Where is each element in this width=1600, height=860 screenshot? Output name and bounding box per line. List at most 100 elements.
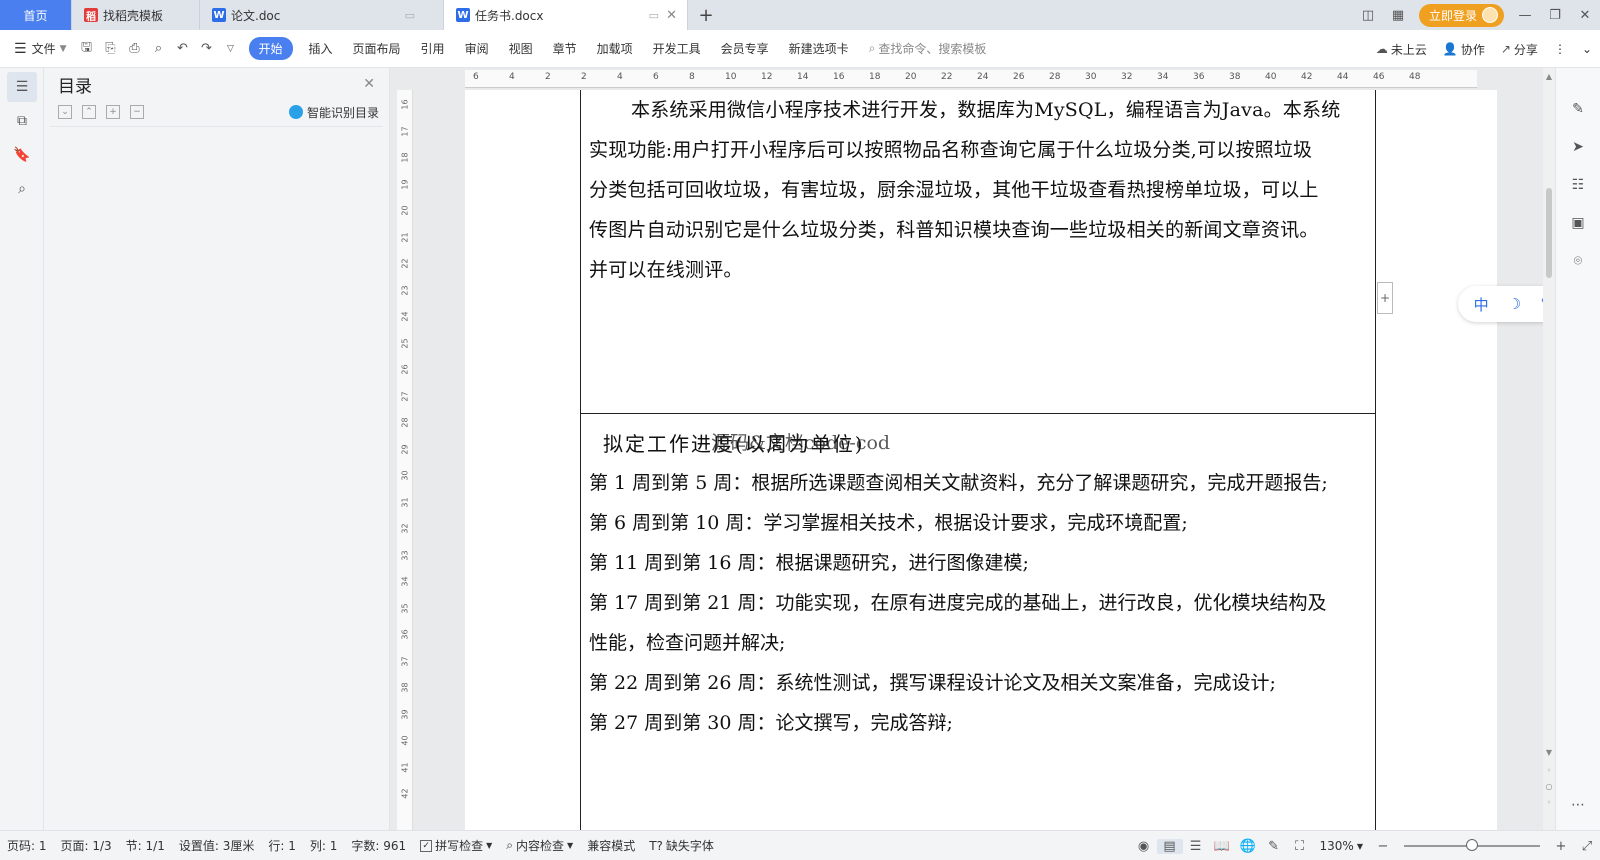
menu-addins[interactable]: 加载项 — [587, 40, 643, 57]
vertical-ruler[interactable]: 16 17 18 19 20 21 22 23 24 25 26 27 28 29 30 31 32 33 34 35… — [397, 90, 413, 830]
print-preview-icon[interactable]: ⌕ — [147, 41, 171, 56]
menu-new-tab[interactable]: 新建选项卡 — [779, 40, 859, 57]
table-cell-schedule[interactable]: 拟定工作进度(以周为单位) 源码&文档code-cod 第 1 周到第 5 周：… — [580, 414, 1376, 830]
status-col[interactable]: 列: 1 — [303, 837, 345, 854]
bookmark-icon[interactable]: 🔖 — [7, 140, 37, 170]
ruler-tick: 42 — [1301, 72, 1313, 82]
share-button[interactable]: ↗ 分享 — [1493, 41, 1546, 58]
fullscreen-icon[interactable]: ⤢ — [1574, 839, 1600, 854]
monitor-icon[interactable]: ▭ — [649, 9, 659, 22]
menu-references[interactable]: 引用 — [411, 40, 455, 57]
next-page-icon[interactable]: ◦ — [1543, 798, 1555, 807]
menu-start[interactable]: 开始 — [248, 37, 293, 60]
find-icon[interactable]: ⌕ — [7, 174, 37, 204]
zoom-level[interactable]: 130% ▼ — [1313, 839, 1370, 853]
chevron-down-icon: ▼ — [567, 841, 574, 850]
more-icon[interactable]: ⋯ — [1563, 790, 1593, 820]
collaborate-button[interactable]: 👤 协作 — [1435, 41, 1493, 58]
customize-icon[interactable]: ▽ — [219, 44, 243, 54]
table-cell-description[interactable]: 本系统采用微信小程序技术进行开发，数据库为MySQL，编程语言为Java。本系统… — [580, 90, 1376, 414]
prev-page-icon[interactable]: ◦ — [1543, 766, 1555, 775]
remove-level-icon[interactable]: − — [130, 105, 144, 119]
menu-member[interactable]: 会员专享 — [711, 40, 779, 57]
minimize-icon[interactable]: — — [1510, 8, 1540, 23]
add-row-icon[interactable]: + — [1377, 282, 1393, 314]
compat-mode-label[interactable]: 兼容模式 — [580, 837, 642, 854]
menu-page-layout[interactable]: 页面布局 — [343, 40, 411, 57]
file-menu[interactable]: ☰ 文件 ▼ — [0, 40, 75, 57]
missing-font-button[interactable]: T? 缺失字体 — [642, 837, 721, 854]
vertical-scrollbar[interactable]: ▲ ▼ ◦ ○ ◦ — [1543, 68, 1555, 830]
print-icon[interactable]: ⎙ — [123, 41, 147, 56]
zoom-slider-knob[interactable] — [1466, 839, 1478, 851]
window-close-icon[interactable]: ✕ — [1570, 8, 1600, 23]
close-icon[interactable]: ✕ — [363, 76, 375, 92]
write-view-icon[interactable]: ✎ — [1261, 839, 1287, 854]
more-icon[interactable]: ⋮ — [1546, 42, 1574, 56]
horizontal-ruler[interactable]: 6 4 2 2 4 6 8 10 12 14 16 18 20 22 24 26 28 30 32 34 36 38 40 4… — [413, 68, 1543, 90]
status-page-code[interactable]: 页码: 1 — [0, 837, 54, 854]
moon-icon[interactable]: ☽ — [1508, 295, 1521, 313]
status-section[interactable]: 节: 1/1 — [119, 837, 172, 854]
scroll-up-icon[interactable]: ▲ — [1543, 72, 1555, 81]
outline-view-icon[interactable]: ☰ — [1183, 839, 1209, 854]
redo-icon[interactable]: ↷ — [195, 41, 219, 56]
zoom-slider[interactable] — [1404, 839, 1540, 851]
new-tab-button[interactable]: + — [688, 0, 724, 30]
select-browse-icon[interactable]: ○ — [1543, 782, 1555, 791]
add-level-icon[interactable]: + — [106, 105, 120, 119]
fit-page-icon[interactable]: ⛶ — [1287, 839, 1313, 854]
chapter-nav-icon[interactable]: ⧉ — [7, 106, 37, 136]
export-icon[interactable]: ⎘ — [99, 41, 123, 56]
scroll-down-icon[interactable]: ▼ — [1543, 748, 1555, 757]
ruler-tick: 32 — [1121, 72, 1133, 82]
adjust-icon[interactable]: ☷ — [1563, 170, 1593, 200]
undo-icon[interactable]: ↶ — [171, 41, 195, 56]
apps-grid-icon[interactable]: ▦ — [1383, 8, 1413, 23]
status-row[interactable]: 行: 1 — [261, 837, 303, 854]
image-tools-icon[interactable]: ▣ — [1563, 208, 1593, 238]
collapse-ribbon-icon[interactable]: ⌄ — [1574, 42, 1600, 56]
restore-icon[interactable]: ❐ — [1540, 8, 1570, 23]
login-button[interactable]: 立即登录 — [1418, 3, 1504, 27]
tab-renwushu-docx[interactable]: W 任务书.docx ▭ ✕ — [444, 0, 688, 30]
ruler-tick: 23 — [400, 284, 410, 296]
tab-lunwen-doc[interactable]: W 论文.doc ▭ — [200, 0, 444, 30]
tab-docer-templates[interactable]: 稻 找稻壳模板 — [72, 0, 200, 30]
reading-view-icon[interactable]: 📖 — [1209, 839, 1235, 854]
scroll-thumb[interactable] — [1546, 188, 1552, 278]
monitor-icon[interactable]: ▭ — [405, 9, 415, 22]
tab-home[interactable]: 首页 — [0, 0, 72, 30]
status-page[interactable]: 页面: 1/3 — [54, 837, 119, 854]
document-page[interactable]: 本系统采用微信小程序技术进行开发，数据库为MySQL，编程语言为Java。本系统… — [465, 90, 1497, 830]
layout-icon[interactable]: ◫ — [1353, 8, 1383, 23]
eye-protect-icon[interactable]: ◉ — [1131, 839, 1157, 854]
ime-language-toggle[interactable]: 中 — [1474, 294, 1489, 315]
zoom-out-icon[interactable]: − — [1370, 839, 1396, 854]
spell-check-button[interactable]: ✓ 拼写检查 ▼ — [413, 837, 499, 854]
menu-developer[interactable]: 开发工具 — [643, 40, 711, 57]
menu-chapter[interactable]: 章节 — [543, 40, 587, 57]
cursor-icon[interactable]: ➤ — [1563, 132, 1593, 162]
content-check-button[interactable]: ⌕ 内容检查 ▼ — [499, 837, 580, 854]
command-search[interactable]: ⌕ 查找命令、搜索模板 — [869, 40, 987, 57]
smart-toc-label: 智能识别目录 — [306, 105, 379, 120]
status-setting[interactable]: 设置值: 3厘米 — [172, 837, 262, 854]
menu-view[interactable]: 视图 — [499, 40, 543, 57]
menu-insert[interactable]: 插入 — [299, 40, 343, 57]
status-word-count[interactable]: 字数: 961 — [344, 837, 413, 854]
save-icon[interactable]: 🖫 — [75, 38, 99, 60]
pen-icon[interactable]: ✎ — [1563, 94, 1593, 124]
page-view-icon[interactable]: ▤ — [1156, 838, 1183, 854]
share-icon: ↗ — [1500, 42, 1511, 56]
zoom-in-icon[interactable]: + — [1548, 839, 1574, 854]
collapse-all-icon[interactable]: ⌃ — [82, 105, 96, 119]
menu-review[interactable]: 审阅 — [455, 40, 499, 57]
smart-toc-button[interactable]: 智能识别目录 — [288, 104, 379, 121]
web-view-icon[interactable]: 🌐 — [1235, 839, 1261, 854]
location-icon[interactable]: ⌾ — [1563, 246, 1593, 276]
toc-panel-icon[interactable]: ☰ — [7, 72, 37, 102]
close-icon[interactable]: ✕ — [666, 8, 677, 23]
cloud-status-button[interactable]: ☁ 未上云 — [1368, 41, 1435, 58]
expand-all-icon[interactable]: ⌄ — [58, 105, 72, 119]
